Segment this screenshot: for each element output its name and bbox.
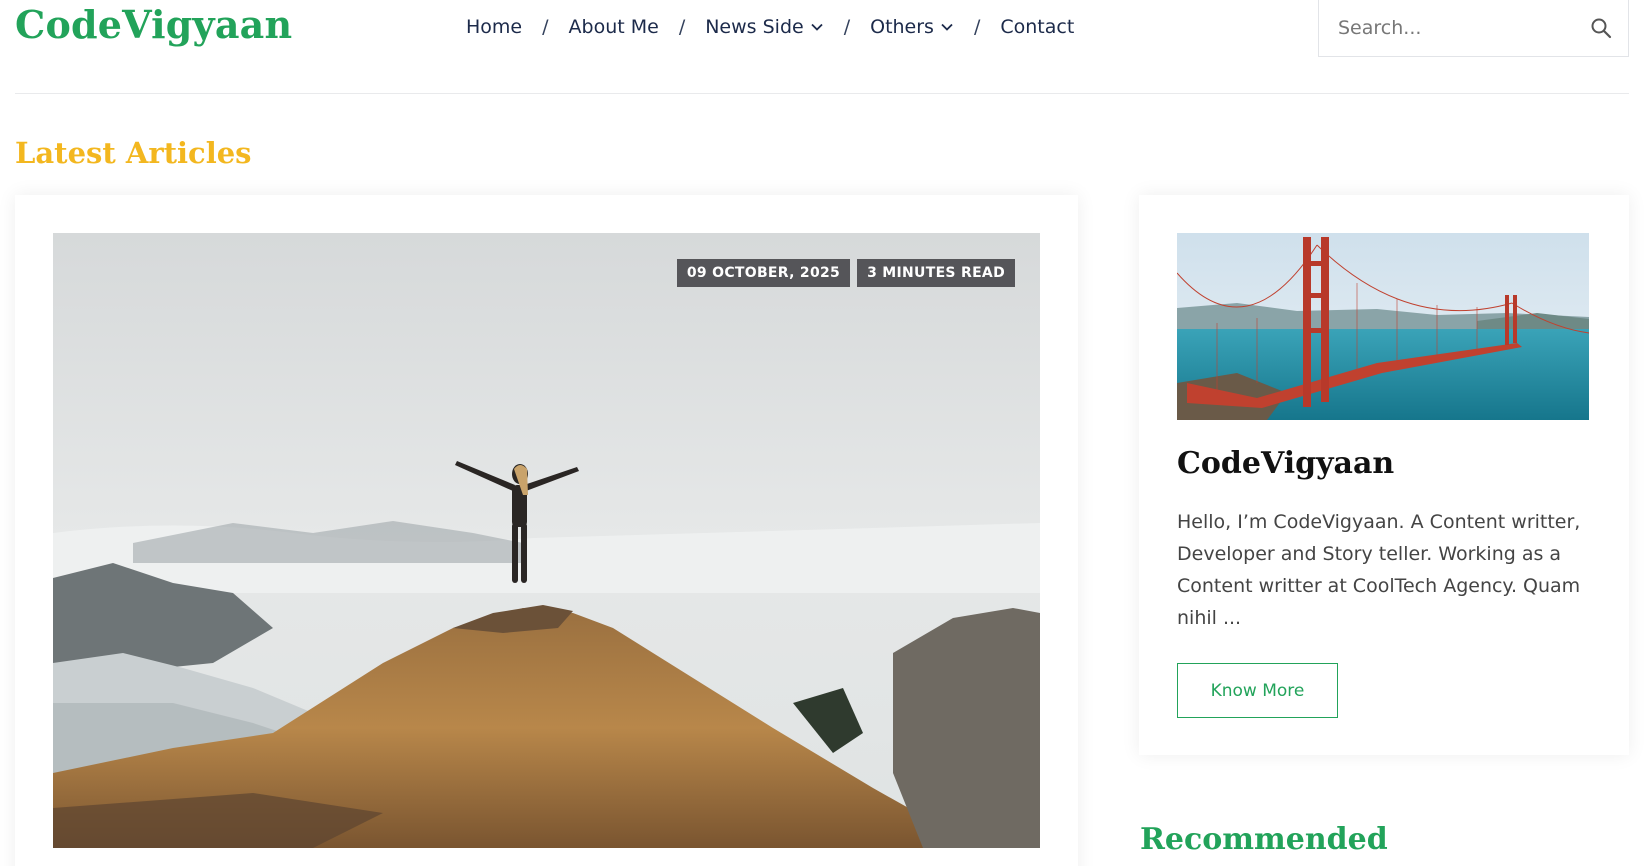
nav-separator: /: [678, 16, 686, 38]
nav-item-home[interactable]: Home: [466, 16, 522, 38]
bridge-photo: [1177, 233, 1589, 420]
site-logo[interactable]: CodeVigyaan: [15, 2, 292, 47]
search-icon[interactable]: [1590, 17, 1612, 39]
search-box: [1318, 0, 1629, 57]
search-input[interactable]: [1338, 17, 1590, 39]
main-nav: Home / About Me / News Side / Others / C…: [466, 16, 1074, 38]
nav-separator: /: [542, 16, 549, 38]
nav-item-label: Home: [466, 16, 523, 38]
article-date-badge: 09 OCTOBER, 2025: [676, 259, 851, 287]
section-title-latest-articles: Latest Articles: [15, 136, 252, 170]
nav-item-label: Contact: [1000, 16, 1075, 38]
chevron-down-icon: [941, 23, 953, 31]
author-name: CodeVigyaan: [1177, 446, 1395, 481]
featured-article-card[interactable]: 09 OCTOBER, 2025 3 MINUTES READ: [15, 195, 1078, 866]
nav-item-news-side[interactable]: News Side: [705, 16, 823, 38]
author-card: CodeVigyaan Hello, I’m CodeVigyaan. A Co…: [1139, 195, 1629, 755]
read-time-badge: 3 MINUTES READ: [857, 259, 1015, 287]
nav-item-label: About Me: [568, 16, 659, 38]
featured-article-image[interactable]: 09 OCTOBER, 2025 3 MINUTES READ: [53, 233, 1040, 848]
nav-item-label: News Side: [705, 16, 804, 38]
know-more-button[interactable]: Know More: [1177, 663, 1338, 718]
section-title-recommended: Recommended: [1140, 822, 1388, 857]
author-card-image: [1177, 233, 1589, 420]
nav-separator: /: [973, 16, 981, 38]
nav-item-contact[interactable]: Contact: [1000, 16, 1074, 38]
author-bio: Hello, I’m CodeVigyaan. A Content writte…: [1177, 511, 1581, 629]
header-divider: [15, 93, 1629, 94]
nav-item-about-me[interactable]: About Me: [569, 16, 659, 38]
nav-item-label: Others: [870, 16, 934, 38]
nav-separator: /: [843, 16, 851, 38]
article-meta-badges: 09 OCTOBER, 2025 3 MINUTES READ: [676, 259, 1015, 287]
chevron-down-icon: [811, 23, 823, 31]
mountain-photo: [53, 233, 1040, 848]
nav-item-others[interactable]: Others: [870, 16, 954, 38]
